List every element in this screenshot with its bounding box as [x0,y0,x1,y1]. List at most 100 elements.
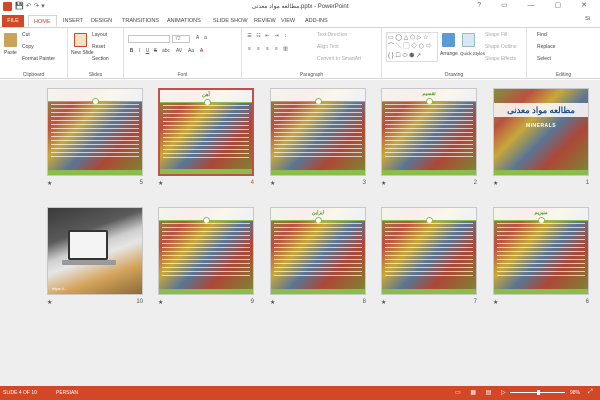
font-group: 72 A a B I U S abc AV Aa A Font [124,28,242,79]
convert-smartart-button[interactable]: Convert to SmartArt [317,56,361,62]
shapes-gallery[interactable]: ▭ ◯ △ ⬠ ▷ ☆ ⌒ ╲ ▢ ◇ ⬡ ⇨{ } ☐ ⬭ ⬢ ↗ [386,32,438,62]
window-controls[interactable]: ? ▭ — ▢ ✕ [477,1,596,9]
cut-button[interactable]: Cut [22,32,30,38]
slide-thumbnail[interactable]: مطالعه مواد معدنی MINERALS [493,88,589,176]
tab-file[interactable]: FILE [2,15,24,27]
slide-thumbnail[interactable]: https://... [47,207,143,295]
slide-thumbnail[interactable] [47,88,143,176]
quick-styles-button[interactable]: Quick Styles [460,51,485,56]
slide-thumbnail[interactable]: تقسیم [381,88,477,176]
text-direction-button[interactable]: Text Direction [317,32,347,38]
language-status[interactable]: PERSIAN [56,390,78,396]
slide-transition-star-icon[interactable]: ★ [381,180,386,187]
tab-view[interactable]: VIEW [276,15,300,27]
ribbon: Paste Cut Copy Format Painter Clipboard … [0,27,600,79]
tab-transitions[interactable]: TRANSITIONS [117,15,164,27]
section-button[interactable]: Section [92,56,109,62]
font-size-box[interactable]: 72 [172,35,190,43]
slide-transition-star-icon[interactable]: ★ [493,299,498,306]
font-color-button[interactable]: A [198,48,205,55]
justify-icon[interactable]: ≡ [273,46,280,53]
italic-button[interactable]: I [136,48,143,55]
slide-transition-star-icon[interactable]: ★ [47,299,52,306]
slide-thumbnail[interactable] [381,207,477,295]
select-button[interactable]: Select [537,56,551,62]
sign-in-link[interactable]: Si [585,16,590,22]
quick-access-toolbar[interactable]: 💾 ↶ ↷ ▾ [15,2,45,10]
slide-transition-star-icon[interactable]: ★ [270,180,275,187]
layout-button[interactable]: Layout [92,32,107,38]
format-painter-button[interactable]: Format Painter [22,56,55,62]
slide-body-text [274,223,362,277]
slide-footer-bar [48,170,142,175]
change-case-button[interactable]: Aa [186,48,196,55]
slide-number: 3 [362,180,366,186]
arrange-icon[interactable] [442,33,455,47]
paste-icon[interactable] [4,33,17,47]
slide-thumbnail[interactable]: منیزیم [493,207,589,295]
tab-add-ins[interactable]: ADD-INS [300,15,333,27]
slide-transition-star-icon[interactable]: ★ [158,180,163,187]
text-shadow-button[interactable]: abc [160,48,172,55]
paragraph-group-label: Paragraph [299,72,324,78]
slide-transition-star-icon[interactable]: ★ [47,180,52,187]
line-spacing-icon[interactable]: ↕ [282,33,289,40]
decrease-indent-icon[interactable]: ⇤ [264,33,271,40]
slide-number: 2 [473,180,477,186]
tab-design[interactable]: DESIGN [86,15,117,27]
status-bar: SLIDE 4 OF 10 PERSIAN ▭ ▦ ▤ ▷ 98% ⤢ [0,386,600,400]
slide-thumbnail[interactable]: ایزاین [270,207,366,295]
replace-button[interactable]: Replace [537,44,555,50]
strikethrough-button[interactable]: S [152,48,159,55]
slide-transition-star-icon[interactable]: ★ [158,299,163,306]
zoom-slider-thumb[interactable] [536,390,540,395]
shape-outline-button[interactable]: Shape Outline [485,44,517,50]
drawing-group-label: Drawing [444,72,464,78]
copy-button[interactable]: Copy [22,44,34,50]
new-slide-icon[interactable] [74,33,87,47]
slide-thumbnail[interactable] [270,88,366,176]
slide-subtitle: MINERALS [525,123,557,129]
bold-button[interactable]: B [128,48,135,55]
shape-fill-button[interactable]: Shape Fill [485,32,507,38]
tab-slide-show[interactable]: SLIDE SHOW [208,15,253,27]
align-right-icon[interactable]: ≡ [264,46,271,53]
slide-body-text [163,105,249,159]
zoom-percent[interactable]: 98% [570,390,580,396]
find-button[interactable]: Find [537,32,547,38]
slide-count-status[interactable]: SLIDE 4 OF 10 [3,390,37,396]
columns-icon[interactable]: ▥ [282,46,289,53]
fit-to-window-icon[interactable]: ⤢ [588,389,593,396]
font-name-box[interactable] [128,35,170,43]
slide-thumbnail[interactable] [158,207,254,295]
slide-footer-bar [159,289,253,294]
slide-sorter-area: مطالعه مواد معدنی MINERALS ★ 1 تقسیم ★ 2 ★ 3 آهن ★… [0,80,600,386]
slide-body-text [51,104,139,158]
numbering-icon[interactable]: ☷ [255,33,262,40]
character-spacing-button[interactable]: AV [174,48,184,55]
slide-transition-star-icon[interactable]: ★ [493,180,498,187]
slide-footer-bar [494,170,588,175]
quick-styles-icon[interactable] [462,33,475,47]
view-buttons[interactable]: ▭ ▦ ▤ ▷ [455,389,510,396]
slide-transition-star-icon[interactable]: ★ [381,299,386,306]
tab-insert[interactable]: INSERT [58,15,88,27]
increase-indent-icon[interactable]: ⇥ [273,33,280,40]
shrink-font-icon[interactable]: a [202,35,209,42]
tab-animations[interactable]: ANIMATIONS [162,15,206,27]
grow-font-icon[interactable]: A [194,35,201,42]
align-left-icon[interactable]: ≡ [246,46,253,53]
paste-button[interactable]: Paste [4,50,17,56]
slide-thumbnail[interactable]: آهن [158,88,254,176]
powerpoint-app-icon [3,2,12,11]
align-center-icon[interactable]: ≡ [255,46,262,53]
new-slide-button[interactable]: New Slide [71,50,94,56]
bullets-icon[interactable]: ☰ [246,33,253,40]
tab-home[interactable]: HOME [28,15,57,27]
underline-button[interactable]: U [144,48,151,55]
reset-button[interactable]: Reset [92,44,105,50]
slide-transition-star-icon[interactable]: ★ [270,299,275,306]
align-text-button[interactable]: Align Text [317,44,339,50]
arrange-button[interactable]: Arrange [440,51,458,57]
shape-effects-button[interactable]: Shape Effects [485,56,516,62]
